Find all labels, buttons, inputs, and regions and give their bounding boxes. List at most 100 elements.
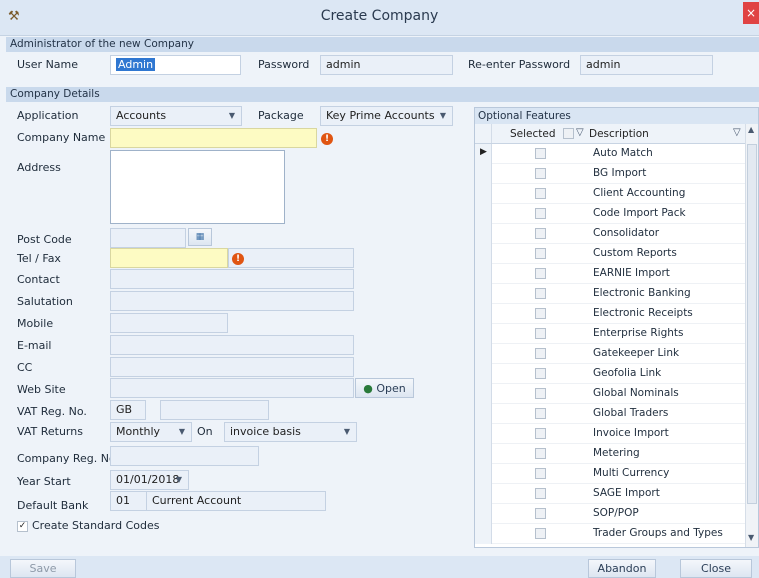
feature-row[interactable]: Code Import Pack	[475, 204, 745, 224]
fax-field[interactable]	[228, 248, 354, 268]
feature-checkbox[interactable]	[535, 228, 546, 239]
feature-checkbox[interactable]	[535, 248, 546, 259]
feature-row[interactable]: Geofolia Link	[475, 364, 745, 384]
scrollbar-thumb[interactable]	[747, 144, 757, 504]
application-select[interactable]: Accounts ▼	[110, 106, 242, 126]
feature-row[interactable]: Global Traders	[475, 404, 745, 424]
feature-row[interactable]: Custom Reports	[475, 244, 745, 264]
feature-row[interactable]: Client Accounting	[475, 184, 745, 204]
feature-checkbox[interactable]	[535, 348, 546, 359]
email-field[interactable]	[110, 335, 354, 355]
feature-checkbox[interactable]	[535, 428, 546, 439]
website-field[interactable]	[110, 378, 354, 398]
cc-field[interactable]	[110, 357, 354, 377]
row-selector[interactable]	[475, 444, 492, 464]
feature-checkbox[interactable]	[535, 488, 546, 499]
feature-row[interactable]: SOP/POP	[475, 504, 745, 524]
scroll-up-icon[interactable]: ▲	[748, 125, 754, 134]
row-selector[interactable]	[475, 244, 492, 264]
contact-field[interactable]	[110, 269, 354, 289]
bank-name-field[interactable]: Current Account	[146, 491, 326, 511]
feature-checkbox[interactable]	[535, 208, 546, 219]
row-selector[interactable]: ▶	[475, 144, 492, 164]
column-description[interactable]: Description	[589, 128, 649, 140]
feature-checkbox[interactable]	[535, 148, 546, 159]
tel-field[interactable]	[110, 248, 228, 268]
row-selector[interactable]	[475, 384, 492, 404]
feature-checkbox[interactable]	[535, 448, 546, 459]
feature-row[interactable]: Trader Groups and Types	[475, 524, 745, 544]
mobile-field[interactable]	[110, 313, 228, 333]
feature-checkbox[interactable]	[535, 528, 546, 539]
abandon-button[interactable]: Abandon	[588, 559, 656, 578]
feature-row[interactable]: Consolidator	[475, 224, 745, 244]
vat-basis-select[interactable]: invoice basis ▼	[224, 422, 357, 442]
close-button[interactable]: Close	[680, 559, 752, 578]
feature-checkbox[interactable]	[535, 268, 546, 279]
feature-checkbox[interactable]	[535, 388, 546, 399]
company-reg-field[interactable]	[110, 446, 259, 466]
row-selector[interactable]	[475, 524, 492, 544]
feature-row[interactable]: SAGE Import	[475, 484, 745, 504]
feature-row[interactable]: BG Import	[475, 164, 745, 184]
feature-checkbox[interactable]	[535, 408, 546, 419]
feature-row[interactable]: Global Nominals	[475, 384, 745, 404]
feature-checkbox[interactable]	[535, 468, 546, 479]
scroll-down-icon[interactable]: ▼	[748, 533, 754, 542]
feature-row[interactable]: Electronic Receipts	[475, 304, 745, 324]
feature-checkbox[interactable]	[535, 368, 546, 379]
row-selector[interactable]	[475, 344, 492, 364]
row-selector[interactable]	[475, 404, 492, 424]
row-selector[interactable]	[475, 164, 492, 184]
feature-checkbox[interactable]	[535, 328, 546, 339]
year-start-select[interactable]: 01/01/2018 ▼	[110, 470, 189, 490]
company-name-field[interactable]	[110, 128, 317, 148]
filter-icon[interactable]: ▽	[576, 127, 584, 138]
vat-prefix-field[interactable]: GB	[110, 400, 146, 420]
row-selector[interactable]	[475, 204, 492, 224]
feature-row[interactable]: Electronic Banking	[475, 284, 745, 304]
map-icon[interactable]: ▦	[188, 228, 212, 246]
open-website-button[interactable]: ● Open	[355, 378, 414, 398]
create-standard-codes-checkbox[interactable]: ✓ Create Standard Codes	[17, 519, 167, 535]
feature-checkbox[interactable]	[535, 308, 546, 319]
feature-checkbox[interactable]	[535, 508, 546, 519]
row-selector[interactable]	[475, 304, 492, 324]
postcode-field[interactable]	[110, 228, 186, 248]
feature-row[interactable]: Multi Currency	[475, 464, 745, 484]
feature-row[interactable]: Metering	[475, 444, 745, 464]
username-field[interactable]: Admin	[110, 55, 241, 75]
row-selector[interactable]	[475, 184, 492, 204]
vat-returns-select[interactable]: Monthly ▼	[110, 422, 192, 442]
row-selector[interactable]	[475, 224, 492, 244]
filter-icon[interactable]: ▽	[733, 127, 741, 138]
row-selector[interactable]	[475, 364, 492, 384]
password-field[interactable]: admin	[320, 55, 453, 75]
feature-row[interactable]: Invoice Import	[475, 424, 745, 444]
feature-checkbox[interactable]	[535, 288, 546, 299]
feature-row[interactable]: Gatekeeper Link	[475, 344, 745, 364]
row-selector[interactable]	[475, 424, 492, 444]
feature-row[interactable]: EARNIE Import	[475, 264, 745, 284]
salutation-field[interactable]	[110, 291, 354, 311]
row-selector[interactable]	[475, 464, 492, 484]
address-field[interactable]	[110, 150, 285, 224]
feature-checkbox[interactable]	[535, 168, 546, 179]
feature-description: Trader Groups and Types	[593, 527, 723, 539]
row-selector[interactable]	[475, 284, 492, 304]
row-selector[interactable]	[475, 324, 492, 344]
package-select[interactable]: Key Prime Accounts ▼	[320, 106, 453, 126]
select-all-checkbox[interactable]	[563, 128, 574, 139]
row-selector[interactable]	[475, 484, 492, 504]
close-window-button[interactable]: ×	[743, 2, 759, 24]
feature-row[interactable]: ▶ Auto Match	[475, 144, 745, 164]
row-selector[interactable]	[475, 264, 492, 284]
save-button[interactable]: Save	[10, 559, 76, 578]
reenter-password-field[interactable]: admin	[580, 55, 713, 75]
bank-code-field[interactable]: 01	[110, 491, 147, 511]
vat-number-field[interactable]	[160, 400, 269, 420]
row-selector[interactable]	[475, 504, 492, 524]
column-selected[interactable]: Selected	[510, 128, 556, 140]
feature-checkbox[interactable]	[535, 188, 546, 199]
feature-row[interactable]: Enterprise Rights	[475, 324, 745, 344]
